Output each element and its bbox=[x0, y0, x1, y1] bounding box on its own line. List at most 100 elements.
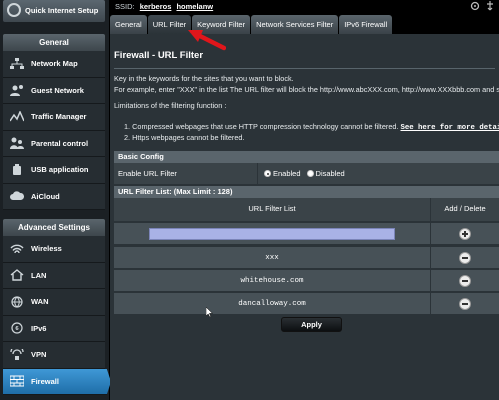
tab-ipv6-firewall[interactable]: IPv6 Firewall bbox=[339, 15, 393, 34]
usb-status-icon[interactable] bbox=[485, 1, 495, 13]
sidebar-item-label: Parental control bbox=[31, 138, 89, 148]
sidebar: Quick Internet Setup General Network Map… bbox=[0, 0, 111, 400]
radio-enabled[interactable]: Enabled bbox=[264, 169, 301, 178]
radio-enabled-label: Enabled bbox=[273, 169, 301, 178]
sidebar-item-traffic-manager[interactable]: Traffic Manager bbox=[3, 104, 105, 131]
delete-url-button[interactable] bbox=[459, 251, 471, 264]
description-line-2: For example, enter "XXX" in the list The… bbox=[114, 85, 499, 94]
url-entry: xxx bbox=[114, 247, 431, 268]
enable-url-filter-row: Enable URL Filter Enabled Disabled bbox=[114, 163, 499, 184]
radio-disabled-dot[interactable] bbox=[306, 170, 314, 177]
main-panel: Firewall - URL Filter Key in the keyword… bbox=[110, 34, 499, 400]
see-details-link[interactable]: See here for more details. bbox=[401, 124, 499, 132]
url-filter-list-header: URL Filter List: (Max Limit : 128) bbox=[114, 186, 499, 198]
limitation-item-1: 1. Compressed webpages that use HTTP com… bbox=[124, 122, 499, 132]
general-menu: Network Map Guest Network Traffic Manage… bbox=[3, 51, 105, 210]
sidebar-item-label: LAN bbox=[31, 270, 47, 280]
cloud-icon bbox=[3, 190, 31, 202]
mouse-cursor-icon bbox=[205, 306, 214, 319]
url-entry: dancalloway.com bbox=[114, 293, 431, 314]
home-icon bbox=[3, 269, 31, 281]
sidebar-item-label: WAN bbox=[31, 297, 49, 307]
enable-url-filter-label: Enable URL Filter bbox=[114, 163, 258, 184]
settings-status-icon[interactable] bbox=[470, 1, 480, 13]
tab-general[interactable]: General bbox=[110, 15, 147, 34]
sidebar-item-wan[interactable]: WAN bbox=[3, 289, 105, 316]
radio-disabled-label: Disabled bbox=[315, 169, 345, 178]
top-status-bar: SSID: kerberos homelanw bbox=[109, 0, 499, 14]
sidebar-item-usb-application[interactable]: USB application bbox=[3, 157, 105, 184]
advanced-section-title: Advanced Settings bbox=[3, 219, 105, 236]
url-input-row bbox=[114, 223, 499, 245]
url-list-column-header: URL Filter List Add / Delete bbox=[114, 198, 499, 222]
delete-url-button[interactable] bbox=[459, 297, 471, 310]
sidebar-item-lan[interactable]: LAN bbox=[3, 263, 105, 289]
sidebar-item-label: Network Map bbox=[31, 59, 78, 69]
url-entry: whitehouse.com bbox=[114, 270, 431, 291]
guest-network-icon bbox=[3, 84, 31, 97]
apply-button[interactable]: Apply bbox=[281, 317, 342, 332]
tab-network-services-filter[interactable]: Network Services Filter bbox=[251, 15, 339, 34]
firewall-icon bbox=[3, 375, 31, 387]
sidebar-item-label: IPv6 bbox=[31, 323, 47, 333]
general-section-title: General bbox=[3, 34, 105, 51]
setup-icon bbox=[7, 3, 21, 17]
column-add-delete: Add / Delete bbox=[444, 204, 486, 213]
sidebar-item-label: Traffic Manager bbox=[31, 112, 87, 122]
vpn-icon bbox=[3, 348, 31, 361]
limitation-item-2: 2. Https webpages cannot be filtered. bbox=[124, 133, 245, 142]
radio-disabled[interactable]: Disabled bbox=[306, 169, 345, 178]
quick-internet-setup-button[interactable]: Quick Internet Setup bbox=[3, 0, 105, 22]
ssid-link-2[interactable]: homelanw bbox=[176, 2, 213, 11]
sidebar-item-network-map[interactable]: Network Map bbox=[3, 51, 105, 78]
sidebar-item-label: USB application bbox=[31, 165, 89, 175]
url-input-cell bbox=[114, 223, 431, 244]
ssid-label: SSID: bbox=[115, 2, 135, 11]
limitations-title: Limitations of the filtering function : bbox=[114, 101, 227, 110]
table-row: whitehouse.com bbox=[114, 270, 499, 292]
ssid-display: SSID: kerberos homelanw bbox=[115, 2, 213, 11]
sidebar-item-label: VPN bbox=[31, 350, 47, 360]
sidebar-item-label: Firewall bbox=[31, 376, 59, 386]
sidebar-item-label: Wireless bbox=[31, 244, 62, 254]
ssid-link-1[interactable]: kerberos bbox=[140, 2, 172, 11]
limitation-text: 1. Compressed webpages that use HTTP com… bbox=[124, 122, 399, 131]
add-cell bbox=[431, 227, 499, 240]
sidebar-item-ipv6[interactable]: 6 IPv6 bbox=[3, 316, 105, 342]
sidebar-item-vpn[interactable]: VPN bbox=[3, 342, 105, 369]
url-filter-input[interactable] bbox=[149, 228, 395, 240]
sidebar-item-guest-network[interactable]: Guest Network bbox=[3, 78, 105, 104]
add-url-button[interactable] bbox=[459, 227, 471, 240]
parental-control-icon bbox=[3, 137, 31, 150]
basic-config-header: Basic Config bbox=[114, 151, 499, 163]
delete-url-button[interactable] bbox=[459, 274, 471, 287]
sidebar-item-wireless[interactable]: Wireless bbox=[3, 236, 105, 263]
usb-icon bbox=[3, 163, 31, 176]
delete-cell bbox=[431, 297, 499, 310]
description-line-1: Key in the keywords for the sites that y… bbox=[114, 74, 294, 83]
status-icons bbox=[470, 1, 495, 13]
column-url-filter-list: URL Filter List bbox=[114, 198, 431, 221]
tab-url-filter[interactable]: URL Filter bbox=[147, 15, 192, 34]
table-row: dancalloway.com bbox=[114, 293, 499, 315]
sidebar-item-firewall[interactable]: Firewall bbox=[3, 368, 111, 395]
quick-setup-label: Quick Internet Setup bbox=[25, 6, 99, 15]
traffic-manager-icon bbox=[3, 110, 31, 123]
red-arrow-icon bbox=[186, 27, 227, 53]
delete-cell bbox=[431, 274, 499, 287]
table-row: xxx bbox=[114, 247, 499, 269]
sidebar-item-parental-control[interactable]: Parental control bbox=[3, 131, 105, 157]
advanced-menu: Wireless LAN WAN 6 IPv6 VPN Firewall bbox=[3, 236, 111, 395]
ipv6-icon: 6 bbox=[3, 322, 31, 334]
wifi-icon bbox=[3, 243, 31, 255]
network-map-icon bbox=[3, 57, 31, 70]
delete-cell bbox=[431, 251, 499, 264]
sidebar-item-aicloud[interactable]: AiCloud bbox=[3, 184, 105, 210]
svg-text:6: 6 bbox=[15, 326, 19, 332]
sidebar-item-label: Guest Network bbox=[31, 85, 84, 95]
tab-bar: General URL Filter Keyword Filter Networ… bbox=[110, 15, 393, 34]
title-divider bbox=[114, 68, 495, 69]
sidebar-item-label: AiCloud bbox=[31, 191, 60, 201]
globe-icon bbox=[3, 296, 31, 308]
radio-enabled-dot[interactable] bbox=[264, 170, 271, 177]
